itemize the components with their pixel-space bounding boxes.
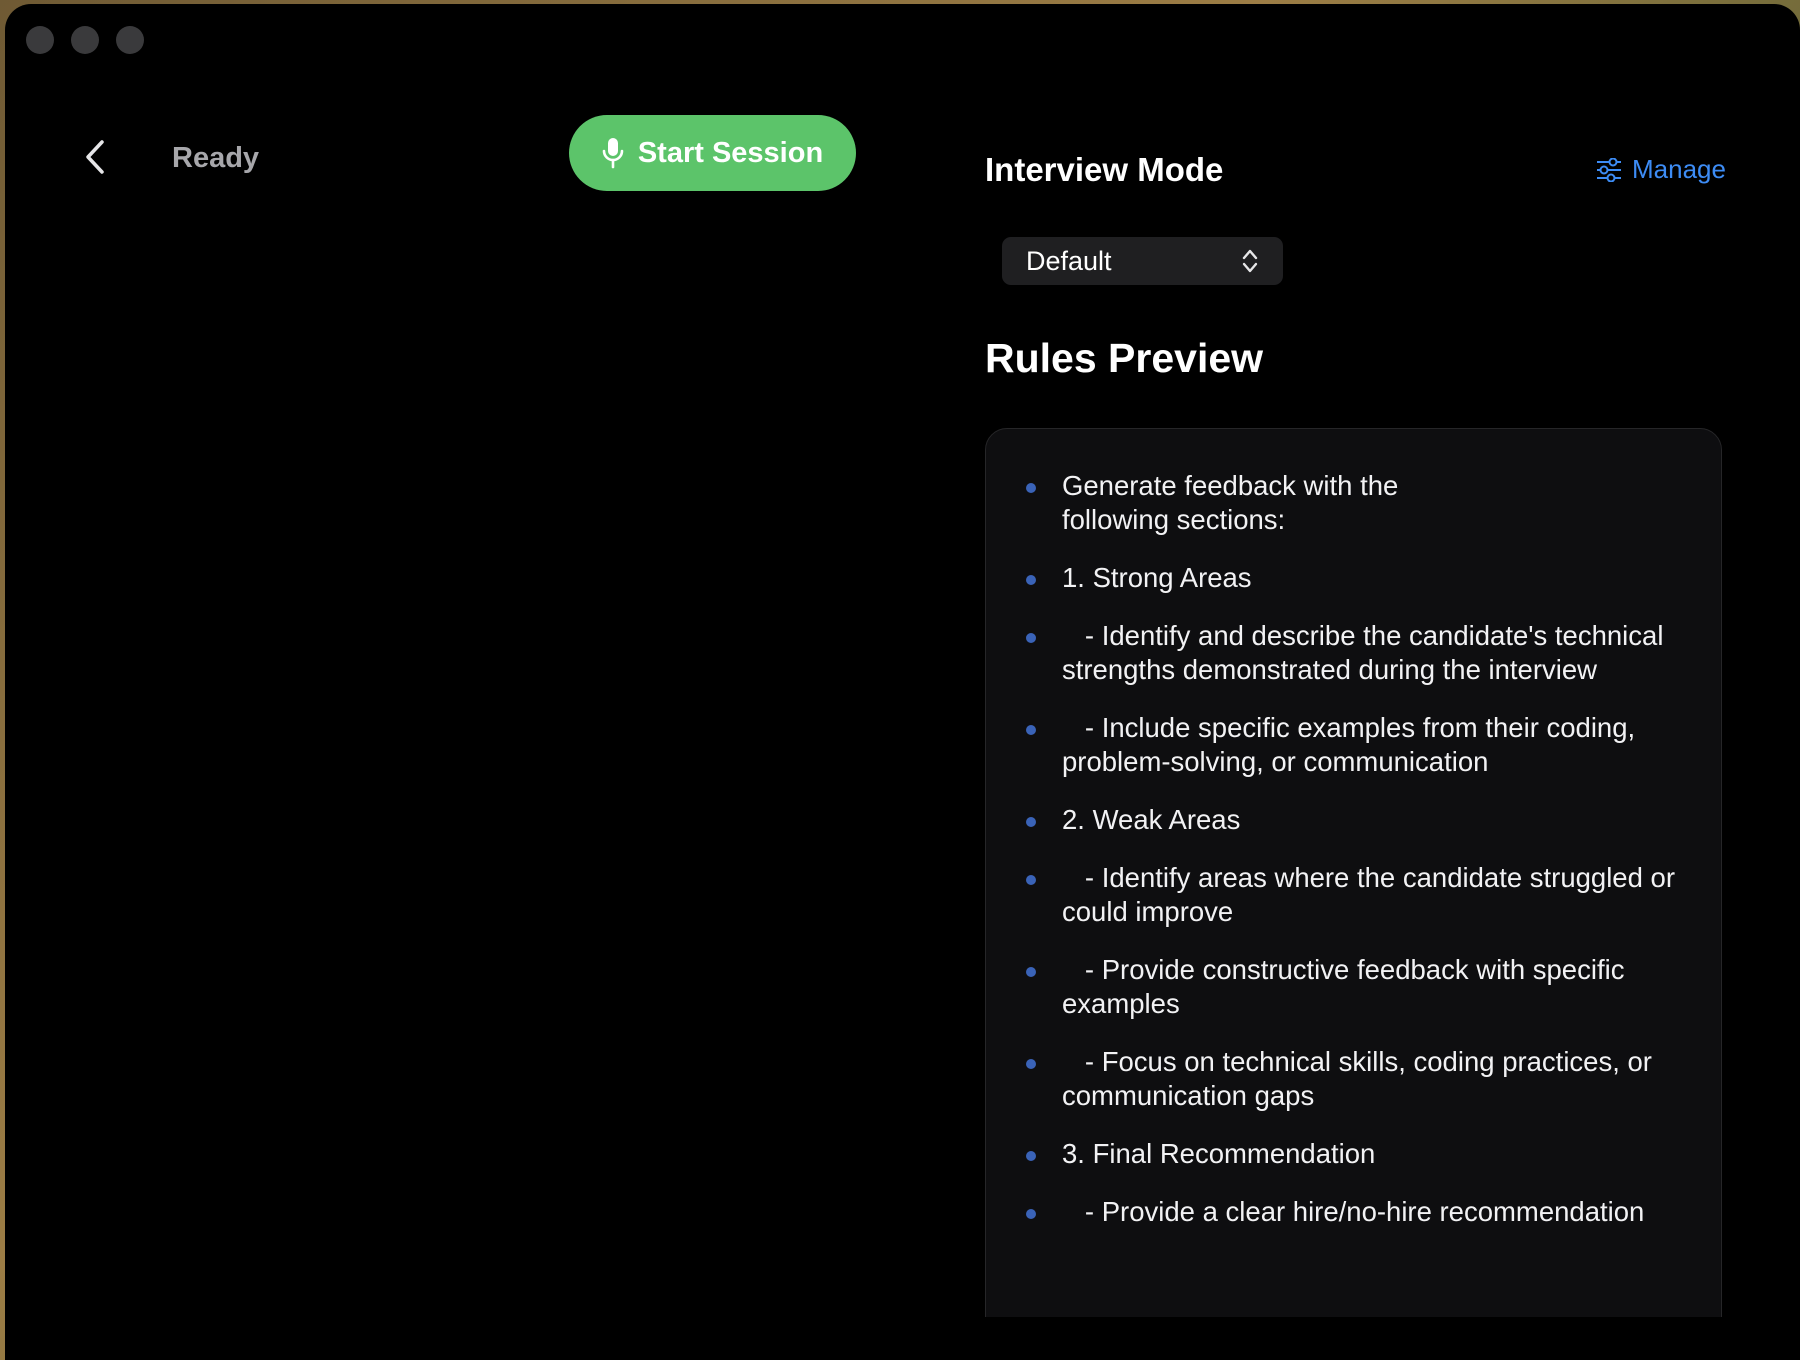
rule-item: 1. Strong Areas <box>1022 561 1681 595</box>
sliders-icon <box>1597 157 1621 182</box>
rule-item: - Include specific examples from their c… <box>1022 711 1681 779</box>
bullet-icon <box>1026 725 1036 735</box>
rules-preview-panel[interactable]: Generate feedback with the following sec… <box>985 428 1722 1360</box>
bullet-icon <box>1026 1059 1036 1069</box>
bullet-icon <box>1026 967 1036 977</box>
rule-item: - Identify and describe the candidate's … <box>1022 619 1681 687</box>
rule-item: 2. Weak Areas <box>1022 803 1681 837</box>
manage-button[interactable]: Manage <box>1596 154 1726 185</box>
zoom-window-button[interactable] <box>116 26 144 54</box>
updown-chevron-icon <box>1242 249 1258 273</box>
back-chevron-icon <box>86 140 104 174</box>
interview-mode-value: Default <box>1026 245 1112 276</box>
bullet-icon <box>1026 1209 1036 1219</box>
bullet-icon <box>1026 1151 1036 1161</box>
interview-mode-select[interactable]: Default <box>1002 237 1283 285</box>
rule-item: - Focus on technical skills, coding prac… <box>1022 1045 1681 1113</box>
back-button[interactable] <box>75 130 115 184</box>
start-session-label: Start Session <box>637 136 824 169</box>
window-controls <box>26 26 144 54</box>
rule-item: - Identify areas where the candidate str… <box>1022 861 1681 929</box>
bullet-icon <box>1026 575 1036 585</box>
window-bottom-area <box>5 1317 1800 1360</box>
bullet-icon <box>1026 817 1036 827</box>
rule-item: Generate feedback with the following sec… <box>1022 469 1681 537</box>
start-session-button[interactable]: Start Session <box>569 115 856 191</box>
bullet-icon <box>1026 483 1036 493</box>
rule-item: - Provide constructive feedback with spe… <box>1022 953 1681 1021</box>
rules-list: Generate feedback with the following sec… <box>1022 469 1681 1229</box>
bullet-icon <box>1026 633 1036 643</box>
bullet-icon <box>1026 875 1036 885</box>
interview-mode-title: Interview Mode <box>985 151 1224 188</box>
app-window: Ready Start Session Interview Mode Manag… <box>5 4 1800 1360</box>
rule-item: 3. Final Recommendation <box>1022 1137 1681 1171</box>
rule-item: - Provide a clear hire/no-hire recommend… <box>1022 1195 1681 1229</box>
minimize-window-button[interactable] <box>71 26 99 54</box>
rules-preview-title: Rules Preview <box>985 335 1264 381</box>
session-status: Ready <box>172 142 260 174</box>
close-window-button[interactable] <box>26 26 54 54</box>
microphone-icon <box>602 138 624 169</box>
manage-label: Manage <box>1632 154 1726 184</box>
